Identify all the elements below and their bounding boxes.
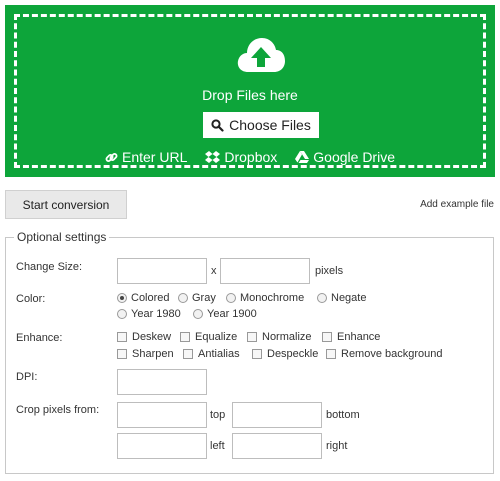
- dpi-input[interactable]: [117, 369, 207, 395]
- dpi-label: DPI:: [16, 371, 38, 383]
- enhance-option-normalize[interactable]: Normalize: [247, 331, 312, 343]
- size-separator: x: [211, 265, 217, 277]
- choose-files-label: Choose Files: [229, 117, 311, 133]
- color-option-year-1900[interactable]: Year 1900: [193, 308, 257, 320]
- crop-right-input[interactable]: [232, 433, 322, 459]
- color-option-label: Year 1900: [207, 308, 257, 320]
- radio-monochrome[interactable]: [226, 293, 236, 303]
- enhance-option-equalize[interactable]: Equalize: [180, 331, 237, 343]
- enhance-option-enhance[interactable]: Enhance: [322, 331, 380, 343]
- height-input[interactable]: [220, 258, 310, 284]
- radio-year-1900[interactable]: [193, 309, 203, 319]
- radio-negate[interactable]: [317, 293, 327, 303]
- google-drive-icon: [295, 150, 310, 163]
- link-icon: [105, 152, 118, 162]
- drop-zone-border: Drop Files here Choose Files Enter URL D…: [14, 14, 486, 168]
- checkbox-normalize[interactable]: [247, 332, 257, 342]
- crop-right-label: right: [326, 440, 348, 452]
- enhance-option-label: Normalize: [262, 331, 312, 343]
- crop-label: Crop pixels from:: [16, 404, 100, 416]
- crop-bottom-input[interactable]: [232, 402, 322, 428]
- google-drive-label: Google Drive: [313, 149, 395, 165]
- crop-left-label: left: [210, 440, 225, 452]
- dropbox-label: Dropbox: [224, 149, 278, 165]
- checkbox-remove-background[interactable]: [326, 349, 336, 359]
- color-option-gray[interactable]: Gray: [178, 292, 216, 304]
- upload-source-links: Enter URL Dropbox Google Drive: [17, 149, 483, 165]
- checkbox-enhance[interactable]: [322, 332, 332, 342]
- enhance-option-antialias[interactable]: Antialias: [183, 348, 240, 360]
- enhance-option-label: Deskew: [132, 331, 172, 343]
- checkbox-deskew[interactable]: [117, 332, 127, 342]
- radio-gray[interactable]: [178, 293, 188, 303]
- crop-bottom-label: bottom: [326, 409, 360, 421]
- width-input[interactable]: [117, 258, 207, 284]
- enhance-option-label: Enhance: [337, 331, 381, 343]
- checkbox-equalize[interactable]: [180, 332, 190, 342]
- color-option-label: Negate: [331, 292, 367, 304]
- color-label: Color:: [16, 293, 46, 305]
- color-option-label: Monochrome: [240, 292, 305, 304]
- checkbox-antialias[interactable]: [183, 349, 193, 359]
- pixels-unit: pixels: [315, 265, 344, 277]
- color-option-label: Colored: [131, 292, 170, 304]
- radio-year-1980[interactable]: [117, 309, 127, 319]
- enhance-option-label: Sharpen: [132, 348, 174, 360]
- radio-colored[interactable]: [117, 293, 127, 303]
- optional-settings-legend: Optional settings: [14, 230, 110, 244]
- checkbox-sharpen[interactable]: [117, 349, 127, 359]
- add-example-file-link[interactable]: Add example file: [420, 199, 494, 210]
- color-option-label: Year 1980: [131, 308, 181, 320]
- crop-left-input[interactable]: [117, 433, 207, 459]
- enhance-option-despeckle[interactable]: Despeckle: [252, 348, 318, 360]
- drop-files-text: Drop Files here: [202, 87, 298, 103]
- enhance-option-remove-background[interactable]: Remove background: [326, 348, 443, 360]
- enhance-option-label: Equalize: [195, 331, 238, 343]
- enhance-option-label: Antialias: [198, 348, 240, 360]
- file-drop-zone[interactable]: Drop Files here Choose Files Enter URL D…: [5, 5, 495, 177]
- enhance-option-label: Remove background: [341, 348, 443, 360]
- enhance-option-sharpen[interactable]: Sharpen: [117, 348, 174, 360]
- enhance-option-deskew[interactable]: Deskew: [117, 331, 171, 343]
- google-drive-link[interactable]: Google Drive: [295, 149, 395, 165]
- color-option-monochrome[interactable]: Monochrome: [226, 292, 304, 304]
- enhance-option-label: Despeckle: [267, 348, 319, 360]
- choose-files-button[interactable]: Choose Files: [203, 112, 319, 138]
- change-size-label: Change Size:: [16, 261, 83, 273]
- cloud-upload-icon: [237, 38, 285, 72]
- color-option-label: Gray: [192, 292, 216, 304]
- crop-top-label: top: [210, 409, 226, 421]
- dropbox-icon: [205, 150, 221, 163]
- enhance-label: Enhance:: [16, 332, 63, 344]
- checkbox-despeckle[interactable]: [252, 349, 262, 359]
- search-icon: [211, 118, 224, 132]
- color-option-negate[interactable]: Negate: [317, 292, 366, 304]
- crop-top-input[interactable]: [117, 402, 207, 428]
- dropbox-link[interactable]: Dropbox: [205, 149, 277, 165]
- color-option-colored[interactable]: Colored: [117, 292, 170, 304]
- enter-url-label: Enter URL: [122, 149, 188, 165]
- color-option-year-1980[interactable]: Year 1980: [117, 308, 181, 320]
- optional-settings-panel: Optional settings Change Size: x pixels …: [5, 230, 494, 474]
- start-conversion-button[interactable]: Start conversion: [5, 190, 127, 219]
- enter-url-link[interactable]: Enter URL: [105, 149, 187, 165]
